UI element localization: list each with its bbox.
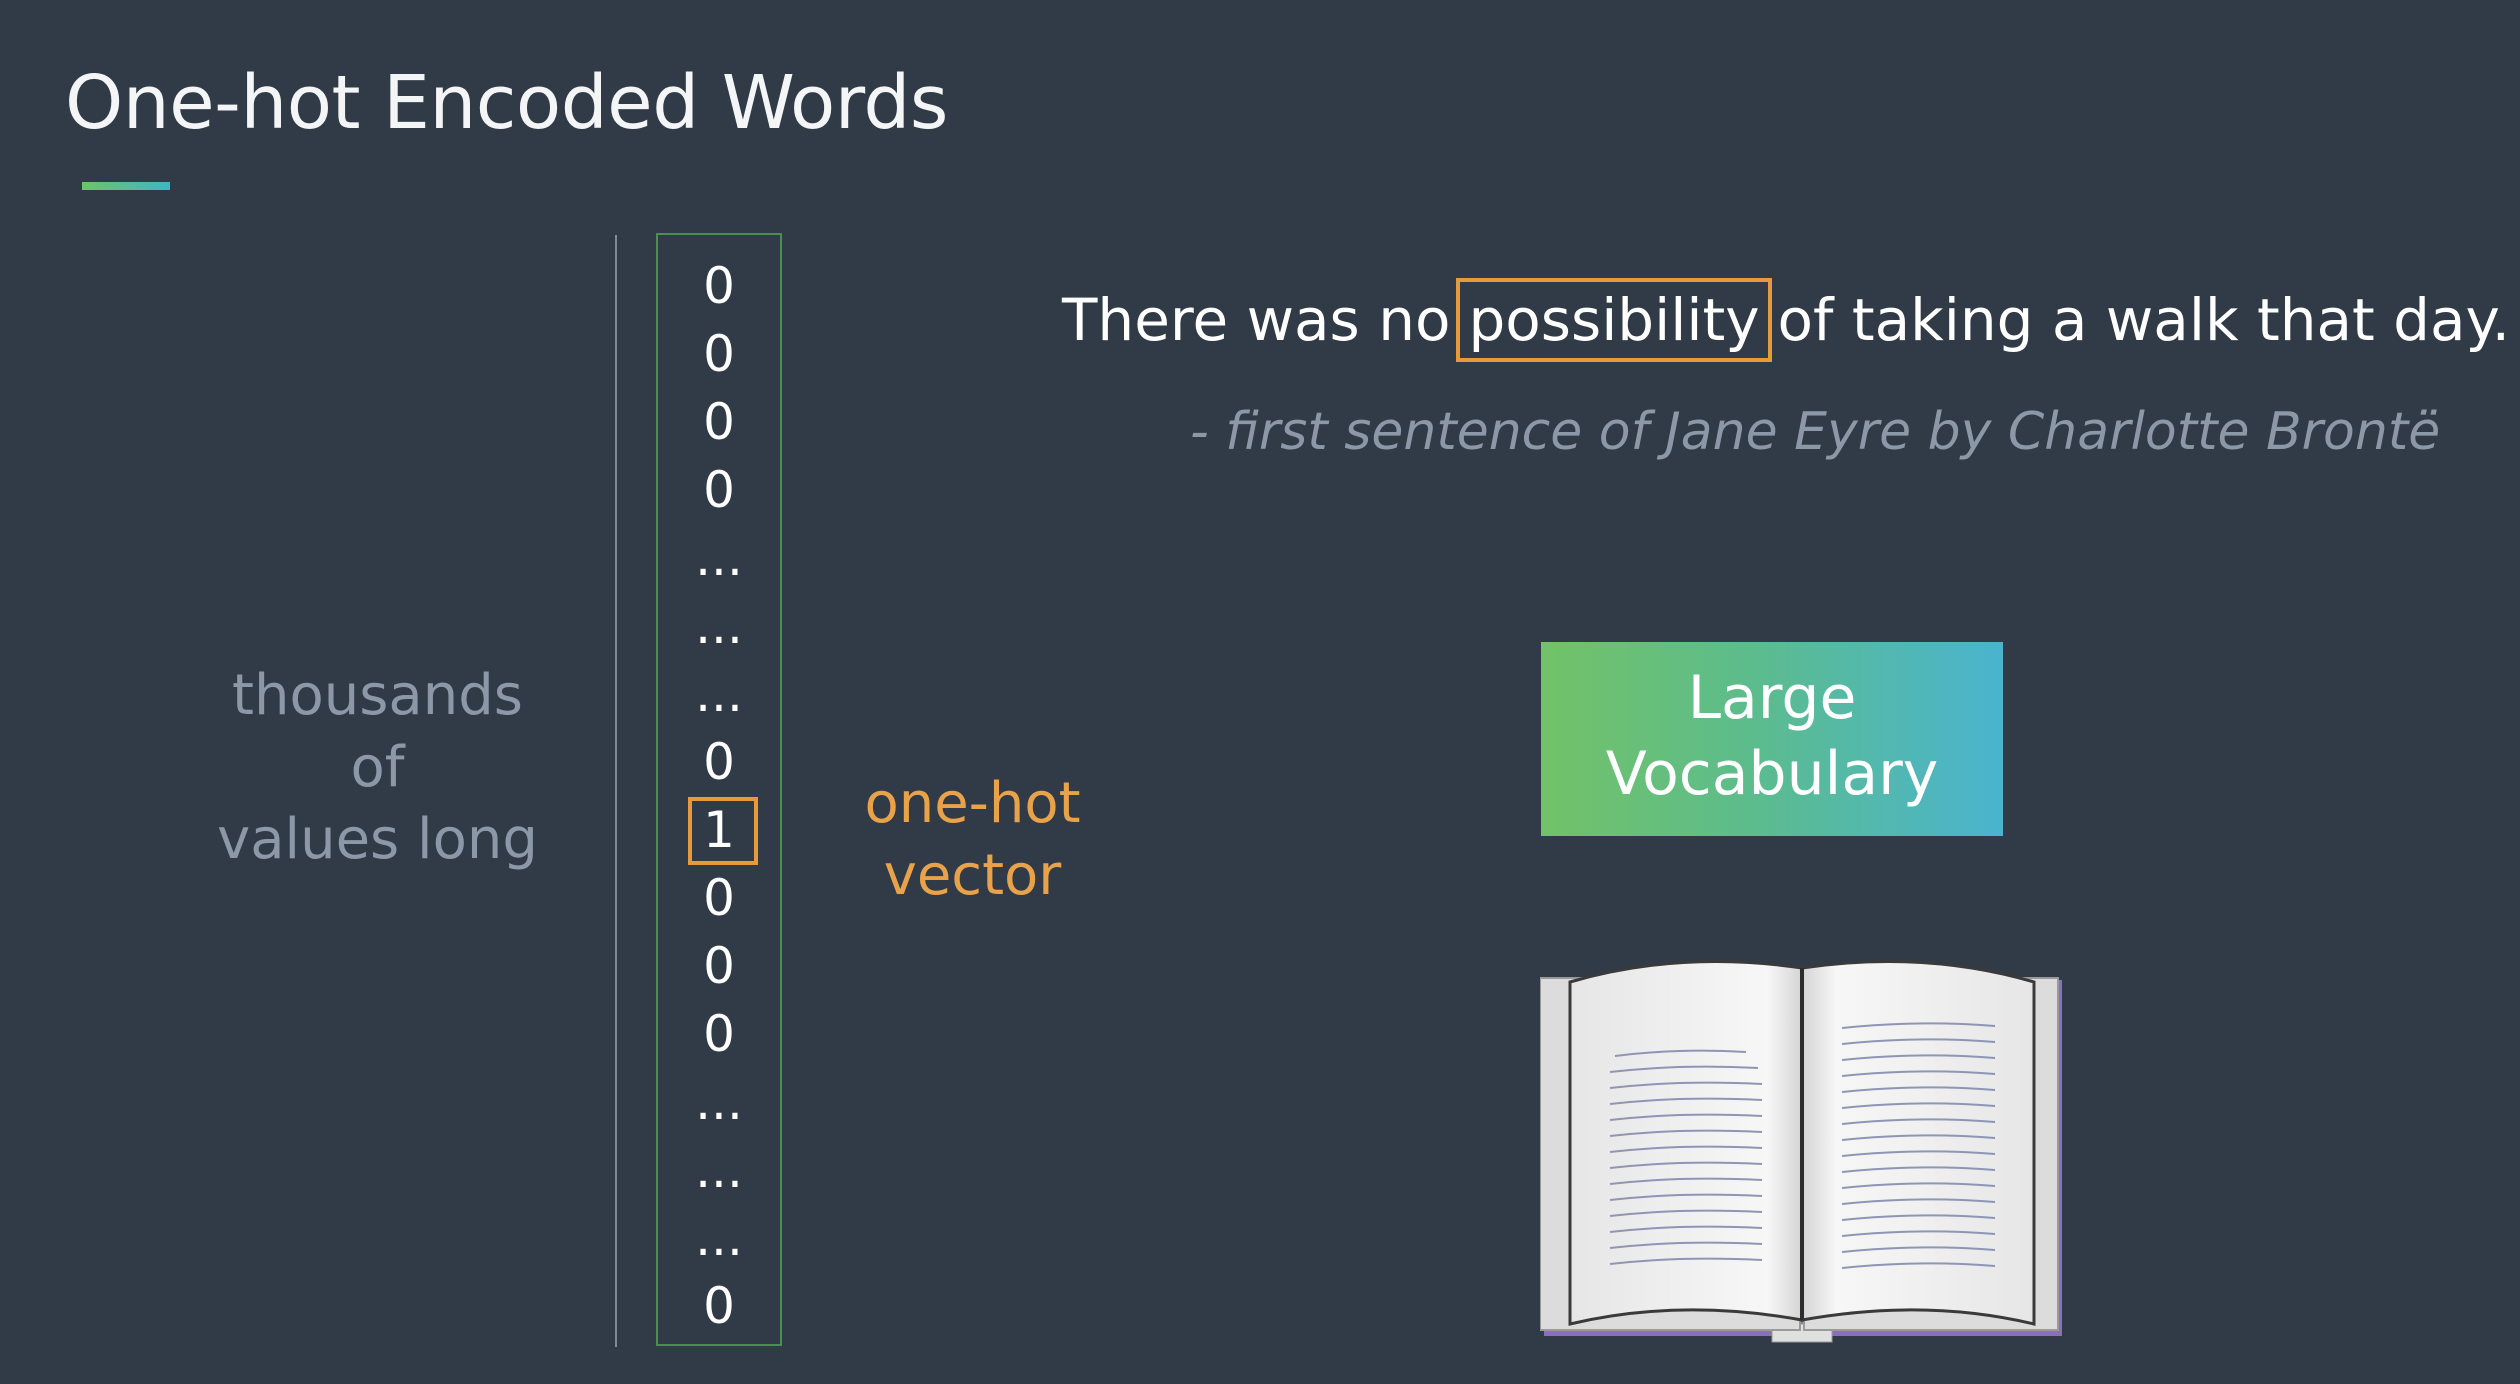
sentence-after: of taking a walk that day.: [1777, 286, 2511, 354]
one-hot-vector-label-line1: one-hot: [864, 771, 1081, 836]
vector-cell: 0: [703, 325, 735, 383]
vocab-box-line2: Vocabulary: [1605, 739, 1939, 809]
vector-cell: 0: [703, 257, 735, 315]
vector-cell: 0: [703, 461, 735, 519]
vector-length-label-line2: of: [350, 735, 405, 800]
highlighted-word: possibility: [1456, 278, 1772, 362]
vector-length-label-line1: thousands: [232, 663, 523, 728]
vector-cell: ...: [695, 1073, 743, 1131]
open-book-icon: [1540, 960, 2062, 1343]
one-hot-vector-label-line2: vector: [883, 843, 1062, 908]
vector-cell: ...: [695, 665, 743, 723]
vector-cell: ...: [695, 1209, 743, 1267]
hot-value-highlight: [688, 797, 758, 865]
vector-length-label: thousands of values long: [200, 660, 555, 876]
one-hot-vector: 0 0 0 0......... 0 1 0 0 0......... 0: [656, 233, 782, 1346]
vector-cell: 0: [703, 393, 735, 451]
vector-cell: ...: [695, 597, 743, 655]
vector-cell: ...: [695, 529, 743, 587]
vector-cell: 0: [703, 937, 735, 995]
one-hot-vector-label: one-hot vector: [840, 768, 1105, 912]
vector-cell: 0: [703, 869, 735, 927]
vector-cell: 0: [703, 1005, 735, 1063]
large-vocabulary-box: Large Vocabulary: [1541, 642, 2003, 836]
sentence-before: There was no: [1062, 286, 1451, 354]
title-underline: [82, 182, 170, 190]
vocab-box-line1: Large: [1687, 663, 1857, 733]
vector-length-label-line3: values long: [217, 807, 538, 872]
vector-cell: 0: [703, 1277, 735, 1335]
vector-cell: ...: [695, 1141, 743, 1199]
quote-source: - first sentence of Jane Eyre by Charlot…: [1190, 402, 2441, 462]
vertical-divider: [615, 235, 617, 1347]
slide-title: One-hot Encoded Words: [65, 60, 948, 146]
vector-cell: 0: [703, 733, 735, 791]
example-sentence: There was no possibility of taking a walk …: [1062, 278, 2510, 362]
